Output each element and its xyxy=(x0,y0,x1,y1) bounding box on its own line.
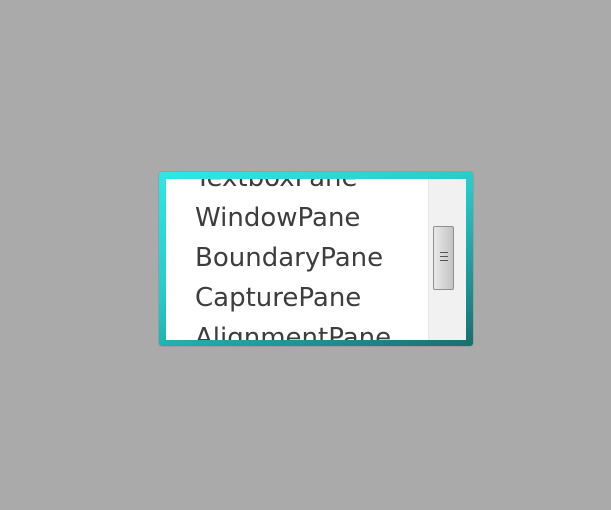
scrollbar-thumb[interactable] xyxy=(433,226,454,290)
list-item-textbox-pane[interactable]: TextboxPane xyxy=(166,179,426,198)
listbox[interactable]: TextboxPane WindowPane BoundaryPane Capt… xyxy=(166,179,466,340)
list-item-boundary-pane[interactable]: BoundaryPane xyxy=(166,238,426,278)
list-item-window-pane[interactable]: WindowPane xyxy=(166,198,426,238)
grip-lines-icon xyxy=(440,252,448,264)
vertical-scrollbar[interactable] xyxy=(428,179,466,340)
list-item-capture-pane[interactable]: CapturePane xyxy=(166,278,426,318)
list-items: TextboxPane WindowPane BoundaryPane Capt… xyxy=(166,179,426,340)
listbox-frame: TextboxPane WindowPane BoundaryPane Capt… xyxy=(159,172,473,346)
list-viewport: TextboxPane WindowPane BoundaryPane Capt… xyxy=(166,179,426,340)
list-item-alignment-pane[interactable]: AlignmentPane xyxy=(166,318,426,340)
